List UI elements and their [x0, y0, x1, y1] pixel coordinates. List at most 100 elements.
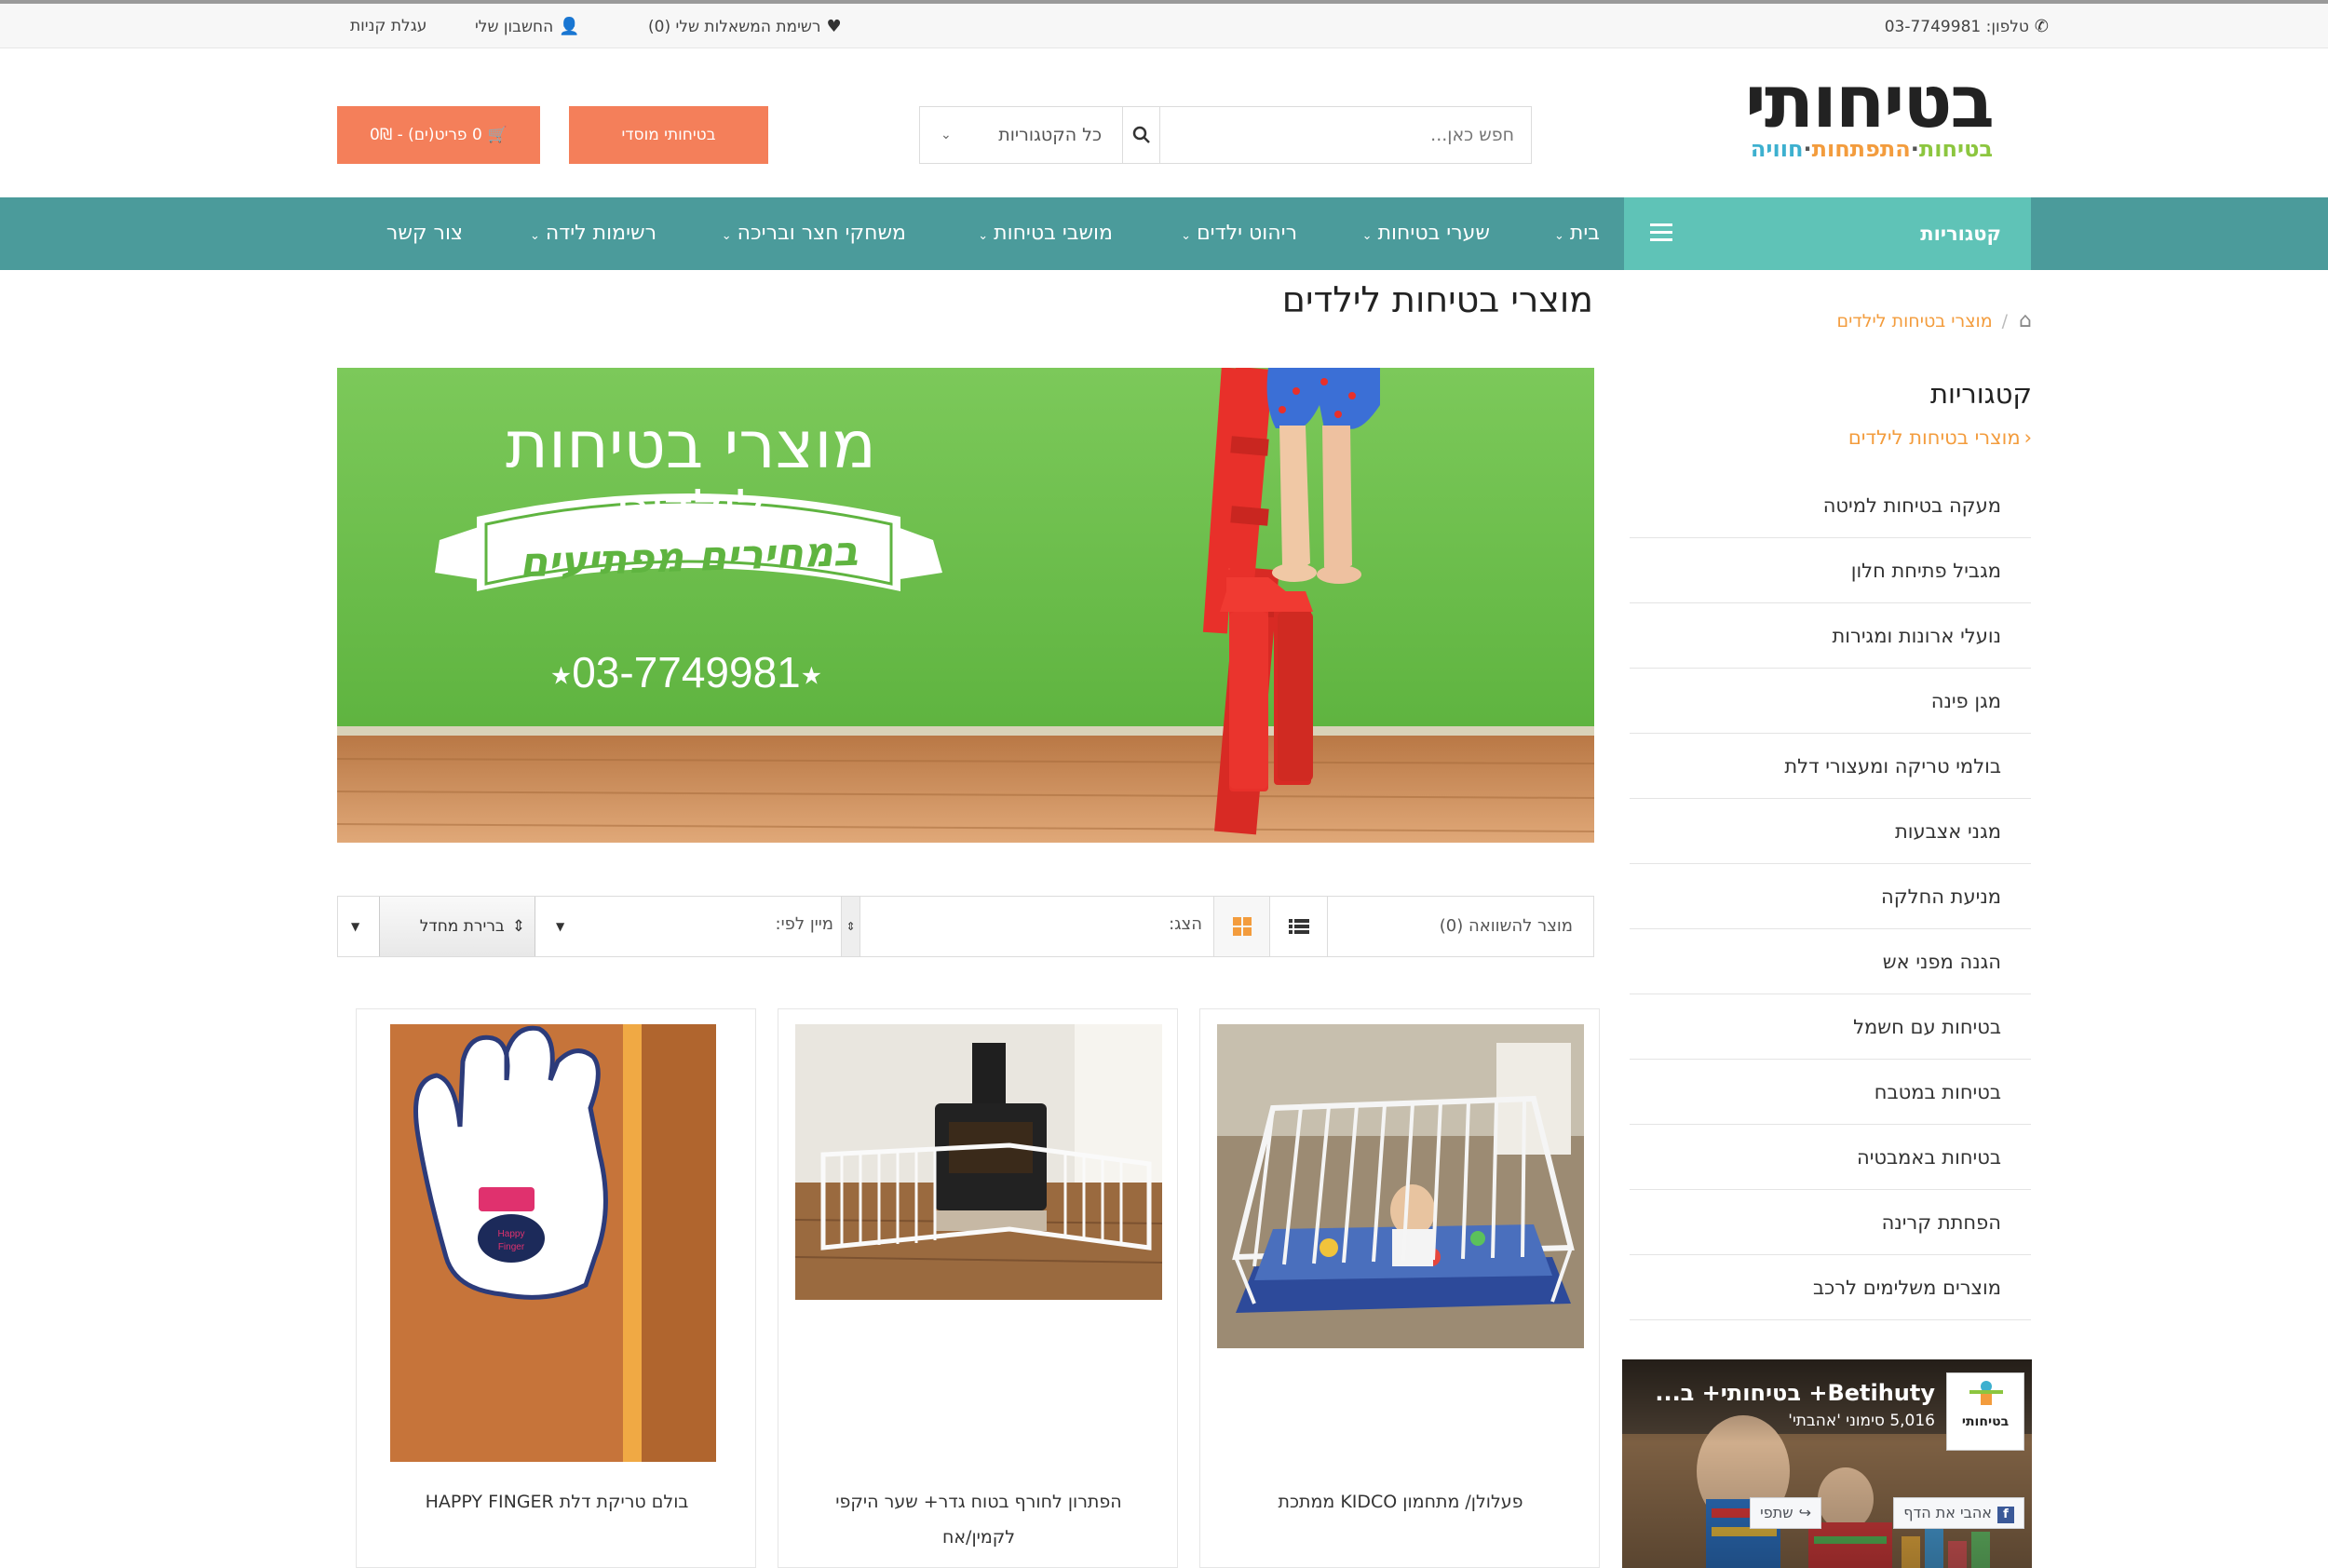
product-image[interactable] — [795, 1024, 1162, 1300]
sidebar-item[interactable]: בטיחות עם חשמל — [1630, 994, 2031, 1060]
nav-item-birth-lists[interactable]: רשימות לידה ⌄ — [530, 197, 656, 273]
nav-item-contact[interactable]: צור קשר — [386, 197, 463, 270]
sidebar-item[interactable]: בטיחות במטבח — [1630, 1060, 2031, 1125]
breadcrumb: ⌂ / מוצרי בטיחות לילדים — [1837, 309, 2033, 332]
category-select-value: כל הקטגוריות — [998, 125, 1102, 145]
fb-like-button[interactable]: f אהבי את הדף — [1893, 1497, 2024, 1529]
fb-share-button[interactable]: ↪ שתפי — [1750, 1497, 1821, 1529]
home-icon[interactable]: ⌂ — [2019, 309, 2032, 332]
sidebar-item[interactable]: הפחתת קרינה — [1630, 1190, 2031, 1255]
top-bar: ✆ טלפון: 03-7749981 ♥ רשימת המשאלות שלי (0… — [0, 0, 2328, 48]
show-limit-label: הצג: — [1169, 914, 1202, 934]
sidebar-item[interactable]: מניעת החלקה — [1630, 864, 2031, 929]
fb-page-name[interactable]: Betihuty+ בטיחותי+ ב... — [1655, 1380, 1935, 1406]
nav-item-label: משחקי חצר ובריכה — [737, 222, 906, 245]
cart-button-label: 0 פריט(ים) - 0₪ — [370, 126, 482, 144]
phone-info: ✆ טלפון: 03-7749981 — [1885, 17, 2049, 36]
product-card[interactable]: Happy Finger בולם טריקת דלת HAPPY FINGER — [356, 1008, 756, 1568]
logo-text: בטיחותי — [1744, 61, 1995, 144]
chevron-left-icon: ‹ — [2023, 426, 2032, 449]
account-link[interactable]: 👤 החשבון שלי — [475, 17, 580, 36]
search-icon — [1132, 126, 1150, 143]
categories-menu-label: קטגוריות — [1920, 223, 2001, 245]
door-stopper-photo: Happy Finger — [390, 1024, 716, 1462]
product-image[interactable] — [1217, 1024, 1584, 1348]
cart-link[interactable]: עגלת קניות — [350, 17, 426, 35]
categories-menu-button[interactable]: קטגוריות — [1624, 197, 2031, 270]
show-limit-select[interactable]: הצג: — [859, 897, 1213, 956]
site-logo[interactable]: בטיחותי — [1713, 65, 1995, 140]
product-card[interactable]: פעלולן/ מתחמון KIDCO ממתכת — [1199, 1008, 1600, 1568]
nav-item-label: צור קשר — [386, 222, 463, 245]
sidebar-item[interactable]: בולמי טריקה ומעצורי דלת — [1630, 734, 2031, 799]
breadcrumb-separator: / — [2001, 311, 2009, 331]
chevron-down-icon: ⌄ — [1361, 229, 1373, 243]
institutional-button[interactable]: בטיחותי מוסדי — [569, 106, 768, 164]
nav-item-label: שערי בטיחות — [1377, 222, 1490, 245]
tagline-development: התפתחות — [1811, 136, 1911, 162]
sidebar-item[interactable]: הגנה מפני אש — [1630, 929, 2031, 994]
sidebar-item[interactable]: מוצרים משלימים לרכב — [1630, 1255, 2031, 1320]
nav-item-kids-furniture[interactable]: ריהוט ילדים ⌄ — [1181, 197, 1297, 273]
grid-view-button[interactable] — [1213, 897, 1269, 956]
product-card[interactable]: הפתרון לחורף בטוח גדר+ שער היקפי לקמין/א… — [778, 1008, 1178, 1568]
logo-tagline: בטיחות·התפתחות·חוויה — [1713, 136, 1993, 162]
nav-item-safety-gates[interactable]: שערי בטיחות ⌄ — [1362, 197, 1490, 273]
phone-icon: ✆ — [2034, 17, 2049, 36]
cart-link-label: עגלת קניות — [350, 17, 427, 35]
sidebar-item[interactable]: מגן פינה — [1630, 669, 2031, 734]
list-view-button[interactable] — [1269, 897, 1327, 956]
grid-icon — [1232, 917, 1252, 936]
product-name[interactable]: פעלולן/ מתחמון KIDCO ממתכת — [1219, 1484, 1582, 1520]
fb-share-label: שתפי — [1760, 1504, 1793, 1521]
fb-page-logo[interactable]: בטיחותי — [1946, 1372, 2024, 1451]
wishlist-link[interactable]: ♥ רשימת המשאלות שלי (0) — [648, 17, 842, 36]
sidebar-item[interactable]: בטיחות באמבטיה — [1630, 1125, 2031, 1190]
banner-headline: מוצרי בטיחות — [506, 407, 876, 483]
account-label: החשבון שלי — [475, 18, 554, 36]
product-image[interactable]: Happy Finger — [390, 1024, 716, 1462]
sidebar-category-list: מעקה בטיחות למיטה מגביל פתיחת חלון נועלי… — [1630, 473, 2031, 1320]
nav-item-label: ריהוט ילדים — [1197, 222, 1297, 245]
fb-logo-figure — [1969, 1381, 2003, 1405]
nav-item-label: מושבי בטיחות — [994, 222, 1113, 245]
star-icon: ★ — [800, 661, 823, 690]
fb-logo-text: בטיחותי — [1961, 1414, 2010, 1429]
sidebar-current-category[interactable]: ‹מוצרי בטיחות לילדים — [1848, 426, 2032, 449]
cart-button[interactable]: 🛒 0 פריט(ים) - 0₪ — [337, 106, 540, 164]
cart-icon: 🛒 — [487, 126, 508, 144]
breadcrumb-current[interactable]: מוצרי בטיחות לילדים — [1837, 311, 1993, 331]
svg-text:Finger: Finger — [498, 1242, 525, 1252]
product-name[interactable]: בולם טריקת דלת HAPPY FINGER — [375, 1484, 738, 1520]
search-input[interactable] — [1121, 107, 1531, 163]
show-limit-arrows[interactable]: ⇕ — [841, 897, 859, 956]
playpen-photo — [1217, 1024, 1584, 1348]
sidebar-item[interactable]: מגביל פתיחת חלון — [1630, 538, 2031, 603]
product-name[interactable]: הפתרון לחורף בטוח גדר+ שער היקפי לקמין/א… — [797, 1484, 1160, 1555]
page-title: מוצרי בטיחות לילדים — [1281, 279, 1593, 320]
sidebar-item[interactable]: נועלי ארונות ומגירות — [1630, 603, 2031, 669]
sidebar-item[interactable]: מעקה בטיחות למיטה — [1630, 473, 2031, 538]
compare-link[interactable]: מוצר להשוואה (0) — [1327, 897, 1593, 956]
chevron-down-icon: ⌄ — [941, 128, 952, 142]
facebook-icon: f — [1997, 1507, 2014, 1523]
svg-text:Happy: Happy — [498, 1229, 525, 1239]
fb-like-count: 5,016 סימוני 'אהבתי' — [1788, 1412, 1935, 1430]
sort-select[interactable]: ⇕ ברירת מחדל — [379, 897, 535, 956]
nav-item-car-seats[interactable]: מושבי בטיחות ⌄ — [978, 197, 1113, 273]
share-icon: ↪ — [1798, 1504, 1811, 1521]
chevron-down-icon: ⌄ — [1181, 229, 1192, 243]
nav-item-home[interactable]: בית ⌄ — [1554, 197, 1600, 273]
sidebar-item[interactable]: מגני אצבעות — [1630, 799, 2031, 864]
chevron-down-icon: ⌄ — [721, 229, 732, 243]
nav-item-yard-pool[interactable]: משחקי חצר ובריכה ⌄ — [722, 197, 906, 273]
tagline-safety: בטיחות — [1918, 136, 1993, 162]
search-button[interactable] — [1123, 107, 1160, 163]
sort-label-field[interactable]: מיין לפי: — [535, 897, 841, 956]
institutional-button-label: בטיחותי מוסדי — [621, 126, 716, 144]
category-select[interactable]: כל הקטגוריות ⌄ — [920, 107, 1123, 163]
tagline-experience: חוויה — [1750, 136, 1804, 162]
facebook-page-widget[interactable]: בטיחותי Betihuty+ בטיחותי+ ב... 5,016 סי… — [1622, 1359, 2032, 1568]
hamburger-icon — [1650, 223, 1672, 246]
tagline-dot: · — [1803, 136, 1812, 162]
